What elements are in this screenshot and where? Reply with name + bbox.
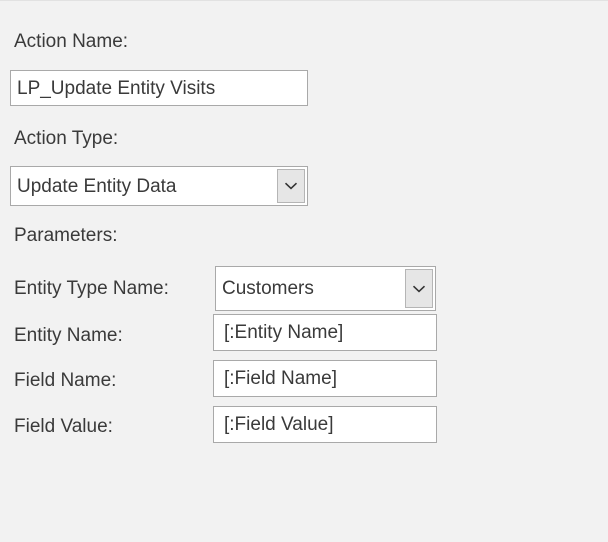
field-value-value: [:Field Value] <box>224 414 334 435</box>
action-name-input[interactable]: LP_Update Entity Visits <box>10 70 308 106</box>
action-name-label: Action Name: <box>14 31 129 52</box>
entity-type-name-select[interactable]: Customers <box>215 266 436 311</box>
entity-name-value: [:Entity Name] <box>224 322 344 343</box>
field-name-value: [:Field Name] <box>224 368 337 389</box>
entity-type-name-label: Entity Type Name: <box>14 278 169 299</box>
parameters-label: Parameters: <box>14 225 118 246</box>
field-name-input[interactable]: [:Field Name] <box>213 360 437 397</box>
field-name-label: Field Name: <box>14 370 117 391</box>
action-editor-form: Action Name: LP_Update Entity Visits Act… <box>0 0 608 542</box>
action-type-dropdown-button[interactable] <box>277 169 305 203</box>
entity-type-name-dropdown-button[interactable] <box>405 269 433 308</box>
entity-name-label: Entity Name: <box>14 325 123 346</box>
entity-type-name-value: Customers <box>222 278 314 299</box>
action-type-select[interactable]: Update Entity Data <box>10 166 308 206</box>
action-type-value: Update Entity Data <box>17 175 177 197</box>
chevron-down-icon <box>412 284 426 294</box>
chevron-down-icon <box>284 181 298 191</box>
action-name-value: LP_Update Entity Visits <box>17 77 216 99</box>
action-type-label: Action Type: <box>14 128 119 149</box>
entity-name-input[interactable]: [:Entity Name] <box>213 314 437 351</box>
field-value-input[interactable]: [:Field Value] <box>213 406 437 443</box>
field-value-label: Field Value: <box>14 416 113 437</box>
